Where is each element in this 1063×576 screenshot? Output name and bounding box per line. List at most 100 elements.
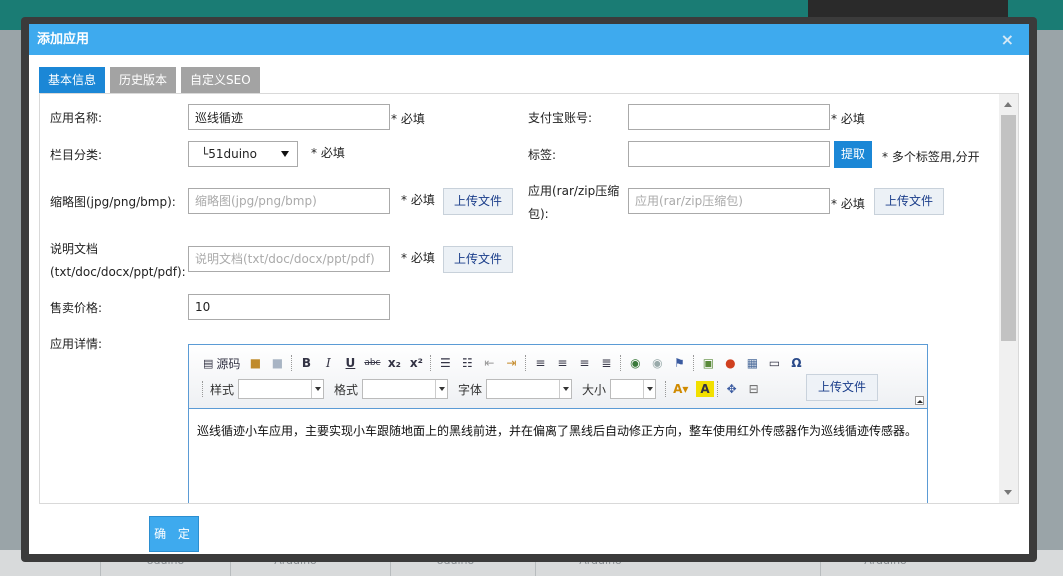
chevron-down-icon [281,151,289,157]
document-icon: ▤ [203,356,214,370]
image-icon[interactable]: ▣ [697,353,719,373]
maximize-icon[interactable]: ✥ [721,379,743,399]
bold-icon[interactable]: B [295,353,317,373]
scrollbar-thumb[interactable] [1001,115,1016,341]
vertical-scrollbar[interactable] [999,94,1018,503]
tags-label: 标签: [528,148,557,162]
thumbnail-input[interactable] [188,188,390,214]
confirm-button[interactable]: 确 定 [149,516,199,552]
dialog-title: 添加应用 [37,32,90,47]
style-select[interactable] [238,379,325,399]
font-select[interactable] [486,379,573,399]
app-file-label-line1: 应用(rar/zip压缩 [528,184,620,198]
subscript-icon[interactable]: x₂ [383,353,405,373]
price-label: 售卖价格: [50,301,103,315]
format-select[interactable] [362,379,449,399]
tab-custom-seo[interactable]: 自定义SEO [181,67,260,94]
ordered-list-icon[interactable]: ☰ [434,353,456,373]
alipay-required: * 必填 [831,112,865,126]
tab-bar: 基本信息 历史版本 自定义SEO [39,67,265,94]
toolbar-divider [525,355,527,371]
chevron-down-icon [311,380,323,398]
size-select[interactable] [610,379,657,399]
style-label: 样式 [210,382,235,397]
thumbnail-upload-button[interactable]: 上传文件 [443,188,514,215]
thumbnail-required: * 必填 [401,193,435,207]
price-input[interactable] [188,294,390,320]
strikethrough-icon[interactable]: abc [361,353,383,373]
tab-history-versions[interactable]: 历史版本 [110,67,177,94]
app-name-input[interactable] [188,104,390,130]
font-label: 字体 [458,382,483,397]
chevron-down-icon [435,380,447,398]
toolbar-divider [430,355,432,371]
outdent-icon[interactable]: ⇤ [478,353,500,373]
close-icon[interactable]: × [1001,24,1014,55]
paste-icon[interactable]: ■ [244,353,266,373]
indent-icon[interactable]: ⇥ [500,353,522,373]
link-icon[interactable]: ◉ [624,353,646,373]
superscript-icon[interactable]: x² [405,353,427,373]
background-color-icon[interactable]: A [696,381,714,397]
app-file-input[interactable] [628,188,830,214]
text-color-icon[interactable]: A▾ [669,379,692,399]
doc-label-line1: 说明文档 [50,242,99,256]
toolbar-divider [693,355,695,371]
table-icon[interactable]: ▦ [741,353,763,373]
doc-required: * 必填 [401,251,435,265]
unlink-icon[interactable]: ◉ [646,353,668,373]
source-code-label: 源码 [216,356,241,371]
dialog-header: 添加应用 × [29,24,1029,55]
horizontal-rule-icon[interactable]: ▭ [763,353,785,373]
unordered-list-icon[interactable]: ☷ [456,353,478,373]
thumbnail-label: 缩略图(jpg/png/bmp): [50,195,176,209]
rich-text-editor: ▤ 源码 ■ ■ B I U abc x₂ x² ☰ ☷ ⇤ ⇥ ≡ ≡ ≡ ≣… [188,344,928,503]
category-label: 栏目分类: [50,148,103,162]
align-center-icon[interactable]: ≡ [551,353,573,373]
form-panel: 应用名称: * 必填 支付宝账号: * 必填 栏目分类: └51duino * … [39,93,1019,504]
underline-icon[interactable]: U [339,353,361,373]
paste-plain-icon[interactable]: ■ [266,353,288,373]
app-name-required: * 必填 [391,112,425,126]
editor-toolbar: ▤ 源码 ■ ■ B I U abc x₂ x² ☰ ☷ ⇤ ⇥ ≡ ≡ ≡ ≣… [189,345,927,409]
tab-basic-info[interactable]: 基本信息 [39,67,106,94]
chevron-down-icon [559,380,571,398]
format-label: 格式 [334,382,359,397]
editor-toolbar-row-1: ▤ 源码 ■ ■ B I U abc x₂ x² ☰ ☷ ⇤ ⇥ ≡ ≡ ≡ ≣… [199,352,807,374]
category-select-value: └51duino [201,147,257,161]
scroll-down-arrow-icon[interactable] [1004,490,1012,495]
toolbar-divider [202,381,203,397]
alipay-input[interactable] [628,104,830,130]
category-select[interactable]: └51duino [188,141,298,167]
editor-upload-button[interactable]: 上传文件 [806,374,879,401]
doc-label-line2: (txt/doc/docx/ppt/pdf): [50,265,186,279]
align-right-icon[interactable]: ≡ [573,353,595,373]
add-app-dialog: 添加应用 × 基本信息 历史版本 自定义SEO 应用名称: * 必填 支付宝账号… [29,24,1029,554]
flash-icon[interactable]: ● [719,353,741,373]
size-label: 大小 [582,382,607,397]
editor-toolbar-row-2: 样式 格式 字体 大小 A▾ A ✥ ⊟ [199,378,765,400]
app-name-label: 应用名称: [50,111,103,125]
toolbar-divider [291,355,293,371]
show-blocks-icon[interactable]: ⊟ [743,379,765,399]
special-char-omega-icon[interactable]: Ω [785,353,807,373]
category-required: * 必填 [311,146,345,160]
source-code-button[interactable]: ▤ 源码 [199,353,244,373]
chevron-down-icon [643,380,655,398]
anchor-flag-icon[interactable]: ⚑ [668,353,690,373]
doc-upload-button[interactable]: 上传文件 [443,246,514,273]
align-justify-icon[interactable]: ≣ [595,353,617,373]
app-file-label-line2: 包): [528,207,549,221]
extract-tags-button[interactable]: 提取 [834,141,873,168]
align-left-icon[interactable]: ≡ [529,353,551,373]
doc-input[interactable] [188,246,390,272]
app-file-required: * 必填 [831,197,865,211]
tags-input[interactable] [628,141,830,167]
italic-icon[interactable]: I [317,353,339,373]
editor-content[interactable]: 巡线循迹小车应用，主要实现小车跟随地面上的黑线前进，并在偏离了黑线后自动修正方向… [189,409,927,453]
scroll-up-arrow-icon[interactable] [1004,102,1012,107]
toolbar-divider [716,381,718,397]
alipay-label: 支付宝账号: [528,111,593,125]
app-file-upload-button[interactable]: 上传文件 [874,188,945,215]
collapse-toolbar-icon[interactable] [915,396,924,405]
